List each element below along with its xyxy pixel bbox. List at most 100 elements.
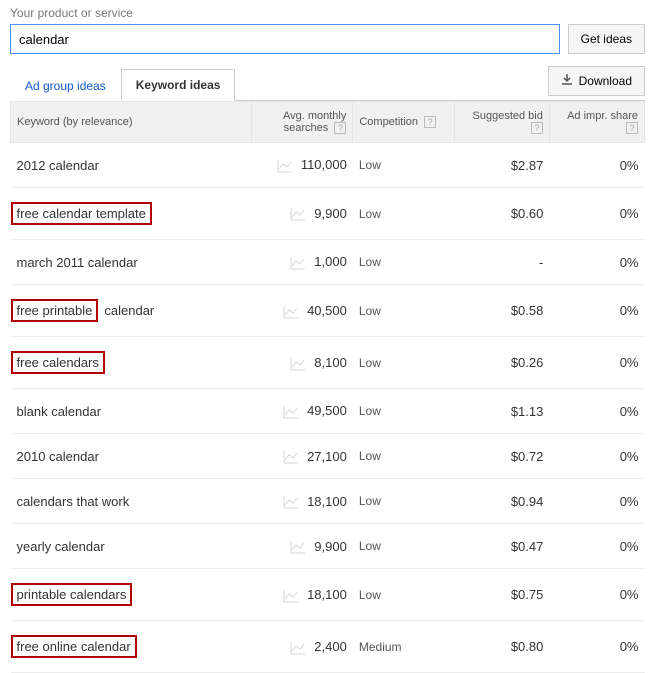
keyword-text[interactable]: calendars that work	[17, 494, 130, 509]
trend-chart-icon[interactable]	[290, 641, 306, 655]
competition-value: Medium	[353, 621, 454, 673]
bid-value: $0.26	[454, 337, 549, 389]
trend-chart-icon[interactable]	[290, 540, 306, 554]
search-input[interactable]	[10, 24, 560, 54]
searches-value: 18,100	[307, 494, 347, 509]
help-icon[interactable]: ?	[626, 122, 638, 134]
tab-ad-group-ideas[interactable]: Ad group ideas	[10, 70, 121, 101]
keyword-text[interactable]: printable calendars	[17, 587, 127, 602]
tab-keyword-ideas[interactable]: Keyword ideas	[121, 69, 236, 101]
searches-value: 27,100	[307, 449, 347, 464]
table-row: free online calendar2,400Medium$0.800%	[11, 621, 645, 673]
impr-value: 0%	[549, 569, 644, 621]
keyword-text[interactable]: free online calendar	[17, 639, 131, 654]
competition-value: Low	[353, 337, 454, 389]
impr-value: 0%	[549, 285, 644, 337]
searches-value: 2,400	[314, 639, 347, 654]
trend-chart-icon[interactable]	[283, 450, 299, 464]
trend-chart-icon[interactable]	[283, 305, 299, 319]
field-label: Your product or service	[0, 0, 655, 24]
bid-value: $0.58	[454, 285, 549, 337]
impr-value: 0%	[549, 389, 644, 434]
keyword-text[interactable]: 2010 calendar	[17, 449, 99, 464]
impr-value: 0%	[549, 479, 644, 524]
trend-chart-icon[interactable]	[283, 495, 299, 509]
searches-value: 49,500	[307, 403, 347, 418]
trend-chart-icon[interactable]	[290, 207, 306, 221]
keyword-table: Keyword (by relevance) Avg. monthly sear…	[10, 101, 645, 673]
col-competition[interactable]: Competition ?	[353, 102, 454, 143]
bid-value: -	[454, 240, 549, 285]
keyword-highlight: free online calendar	[11, 635, 137, 658]
help-icon[interactable]: ?	[424, 116, 436, 128]
keyword-text[interactable]: free calendar template	[17, 206, 146, 221]
competition-value: Low	[353, 143, 454, 188]
competition-value: Low	[353, 569, 454, 621]
trend-chart-icon[interactable]	[283, 589, 299, 603]
keyword-text[interactable]: blank calendar	[17, 404, 102, 419]
keyword-text[interactable]: 2012 calendar	[17, 158, 99, 173]
keyword-text[interactable]: free calendars	[17, 355, 99, 370]
keyword-text[interactable]: yearly calendar	[17, 539, 105, 554]
bid-value: $1.13	[454, 389, 549, 434]
competition-value: Low	[353, 479, 454, 524]
table-row: 2010 calendar 27,100 Low$0.720%	[11, 434, 645, 479]
keyword-highlight: free printable	[11, 299, 99, 322]
download-icon	[561, 74, 573, 89]
competition-value: Low	[353, 524, 454, 569]
competition-value: Low	[353, 434, 454, 479]
tabs-bar: Ad group ideas Keyword ideas Download	[10, 66, 645, 101]
download-label: Download	[579, 74, 632, 88]
searches-value: 110,000	[301, 157, 347, 172]
competition-value: Low	[353, 240, 454, 285]
table-row: free calendar template 9,900 Low$0.600%	[11, 188, 645, 240]
col-searches[interactable]: Avg. monthly searches ?	[251, 102, 352, 143]
trend-chart-icon[interactable]	[277, 159, 293, 173]
competition-value: Low	[353, 389, 454, 434]
impr-value: 0%	[549, 524, 644, 569]
trend-chart-icon[interactable]	[290, 256, 306, 270]
table-row: free calendars 8,100 Low$0.260%	[11, 337, 645, 389]
bid-value: $0.72	[454, 434, 549, 479]
searches-value: 1,000	[314, 254, 347, 269]
bid-value: $0.47	[454, 524, 549, 569]
bid-value: $2.87	[454, 143, 549, 188]
bid-value: $0.60	[454, 188, 549, 240]
impr-value: 0%	[549, 621, 644, 673]
table-row: printable calendars 18,100 Low$0.750%	[11, 569, 645, 621]
col-impr[interactable]: Ad impr. share ?	[549, 102, 644, 143]
competition-value: Low	[353, 285, 454, 337]
impr-value: 0%	[549, 434, 644, 479]
help-icon[interactable]: ?	[334, 122, 346, 134]
impr-value: 0%	[549, 240, 644, 285]
searches-value: 8,100	[314, 355, 347, 370]
keyword-highlight: free calendar template	[11, 202, 152, 225]
get-ideas-button[interactable]: Get ideas	[568, 24, 645, 54]
bid-value: $0.75	[454, 569, 549, 621]
searches-value: 40,500	[307, 303, 347, 318]
search-row: Get ideas	[0, 24, 655, 66]
impr-value: 0%	[549, 143, 644, 188]
table-row: yearly calendar 9,900 Low$0.470%	[11, 524, 645, 569]
searches-value: 9,900	[314, 206, 347, 221]
col-bid-label: Suggested bid	[473, 110, 543, 122]
table-row: blank calendar 49,500 Low$1.130%	[11, 389, 645, 434]
searches-value: 9,900	[314, 539, 347, 554]
col-impr-label: Ad impr. share	[567, 110, 638, 122]
col-keyword[interactable]: Keyword (by relevance)	[11, 102, 252, 143]
help-icon[interactable]: ?	[531, 122, 543, 134]
trend-chart-icon[interactable]	[290, 357, 306, 371]
download-button[interactable]: Download	[548, 66, 645, 96]
bid-value: $0.94	[454, 479, 549, 524]
col-bid[interactable]: Suggested bid ?	[454, 102, 549, 143]
table-row: march 2011 calendar 1,000 Low-0%	[11, 240, 645, 285]
impr-value: 0%	[549, 337, 644, 389]
keyword-text[interactable]: march 2011 calendar	[17, 255, 138, 270]
keyword-text[interactable]: calendar	[104, 303, 154, 318]
col-competition-label: Competition	[359, 116, 418, 128]
impr-value: 0%	[549, 188, 644, 240]
competition-value: Low	[353, 188, 454, 240]
searches-value: 18,100	[307, 587, 347, 602]
trend-chart-icon[interactable]	[283, 405, 299, 419]
table-row: calendars that work 18,100 Low$0.940%	[11, 479, 645, 524]
